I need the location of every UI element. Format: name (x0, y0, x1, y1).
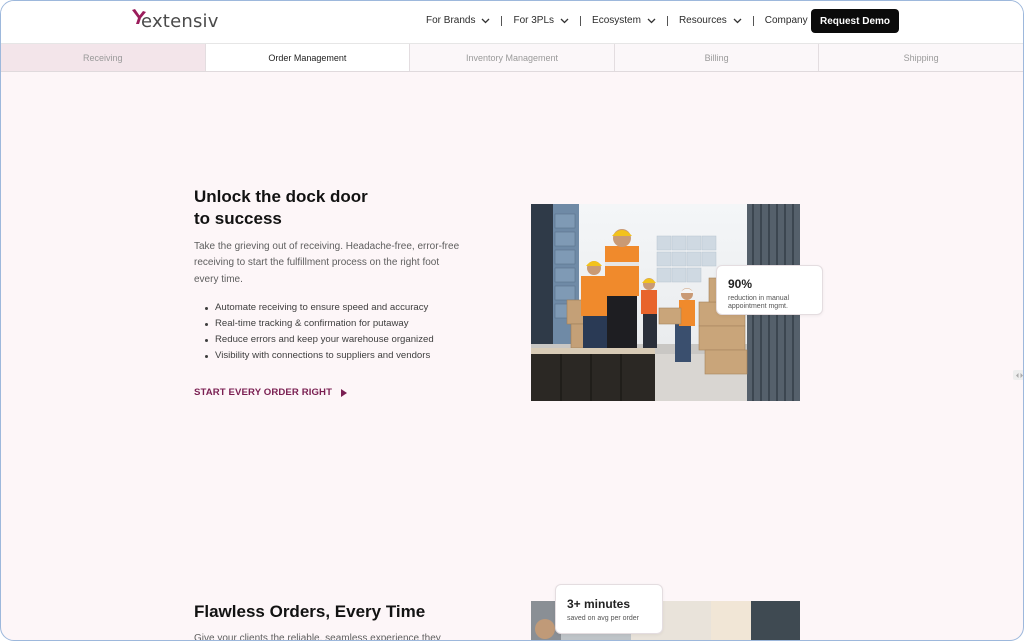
nav-label: Resources (678, 15, 727, 26)
tab-shipping[interactable]: Shipping (819, 44, 1023, 71)
nav-label: For Brands (426, 15, 476, 26)
feature-list-item: Reduce errors and keep your warehouse or… (204, 332, 434, 348)
stat-label: reduction in manual appointment mgmt. (728, 295, 790, 310)
side-tab-handle[interactable] (1013, 370, 1023, 380)
arrows-icon (1015, 372, 1023, 378)
stat-value: 90% (728, 277, 753, 291)
nav-resources[interactable]: Resources (679, 15, 742, 26)
feature-list: Automate receiving to ensure speed and a… (204, 300, 434, 364)
nav-divider (580, 15, 582, 26)
nav-label: Ecosystem (592, 15, 641, 26)
nav-divider (752, 15, 754, 26)
page: extensiv For Brands For 3PLs Ecosystem R… (0, 0, 1024, 641)
section-description: Give your clients the reliable, seamless… (194, 633, 441, 641)
section-description: Take the grieving out of receiving. Head… (194, 241, 460, 285)
cta-label: START EVERY ORDER RIGHT (194, 387, 333, 398)
feature-list-item: Visibility with connections to suppliers… (204, 348, 434, 364)
feature-list-item: Real-time tracking & confirmation for pu… (204, 316, 434, 332)
chevron-down-icon (560, 18, 569, 23)
start-every-order-right-link[interactable]: START EVERY ORDER RIGHT (194, 387, 348, 398)
section-title-line: to success (194, 209, 282, 228)
feature-list-item: Automate receiving to ensure speed and a… (204, 300, 434, 316)
chevron-down-icon (733, 18, 742, 23)
stat-card: 3+ minutes saved on avg per order (555, 584, 663, 634)
nav-for-3pls[interactable]: For 3PLs (513, 15, 569, 26)
request-demo-button[interactable]: Request Demo (811, 9, 899, 33)
tab-receiving[interactable]: Receiving (1, 44, 206, 71)
section-title: Unlock the dock door to success (194, 186, 454, 230)
tab-order-management[interactable]: Order Management (205, 44, 411, 71)
stat-value: 3+ minutes (567, 597, 631, 611)
tab-billing[interactable]: Billing (615, 44, 820, 71)
play-arrow-icon (341, 388, 348, 397)
section-title-line: Unlock the dock door (194, 187, 368, 206)
nav-ecosystem[interactable]: Ecosystem (592, 15, 656, 26)
stat-card: 90% reduction in manual appointment mgmt… (716, 265, 823, 315)
stat-label: saved on avg per order (567, 615, 639, 622)
nav-divider (501, 15, 503, 26)
chevron-down-icon (482, 18, 490, 23)
nav-label: Company (764, 15, 808, 26)
section-title: Flawless Orders, Every Time (194, 602, 426, 621)
logo-mark-icon (132, 9, 146, 24)
nav-divider (666, 15, 668, 26)
logo-text: extensiv (141, 11, 219, 32)
chevron-down-icon (647, 18, 656, 23)
site-header: extensiv For Brands For 3PLs Ecosystem R… (1, 1, 1023, 44)
nav-for-brands[interactable]: For Brands (426, 15, 490, 26)
nav-label: For 3PLs (513, 15, 555, 26)
main-nav: For Brands For 3PLs Ecosystem Resources … (426, 15, 823, 26)
logo[interactable]: extensiv (132, 9, 219, 35)
tab-inventory-management[interactable]: Inventory Management (410, 44, 615, 71)
feature-tabs: Receiving Order Management Inventory Man… (1, 44, 1023, 72)
